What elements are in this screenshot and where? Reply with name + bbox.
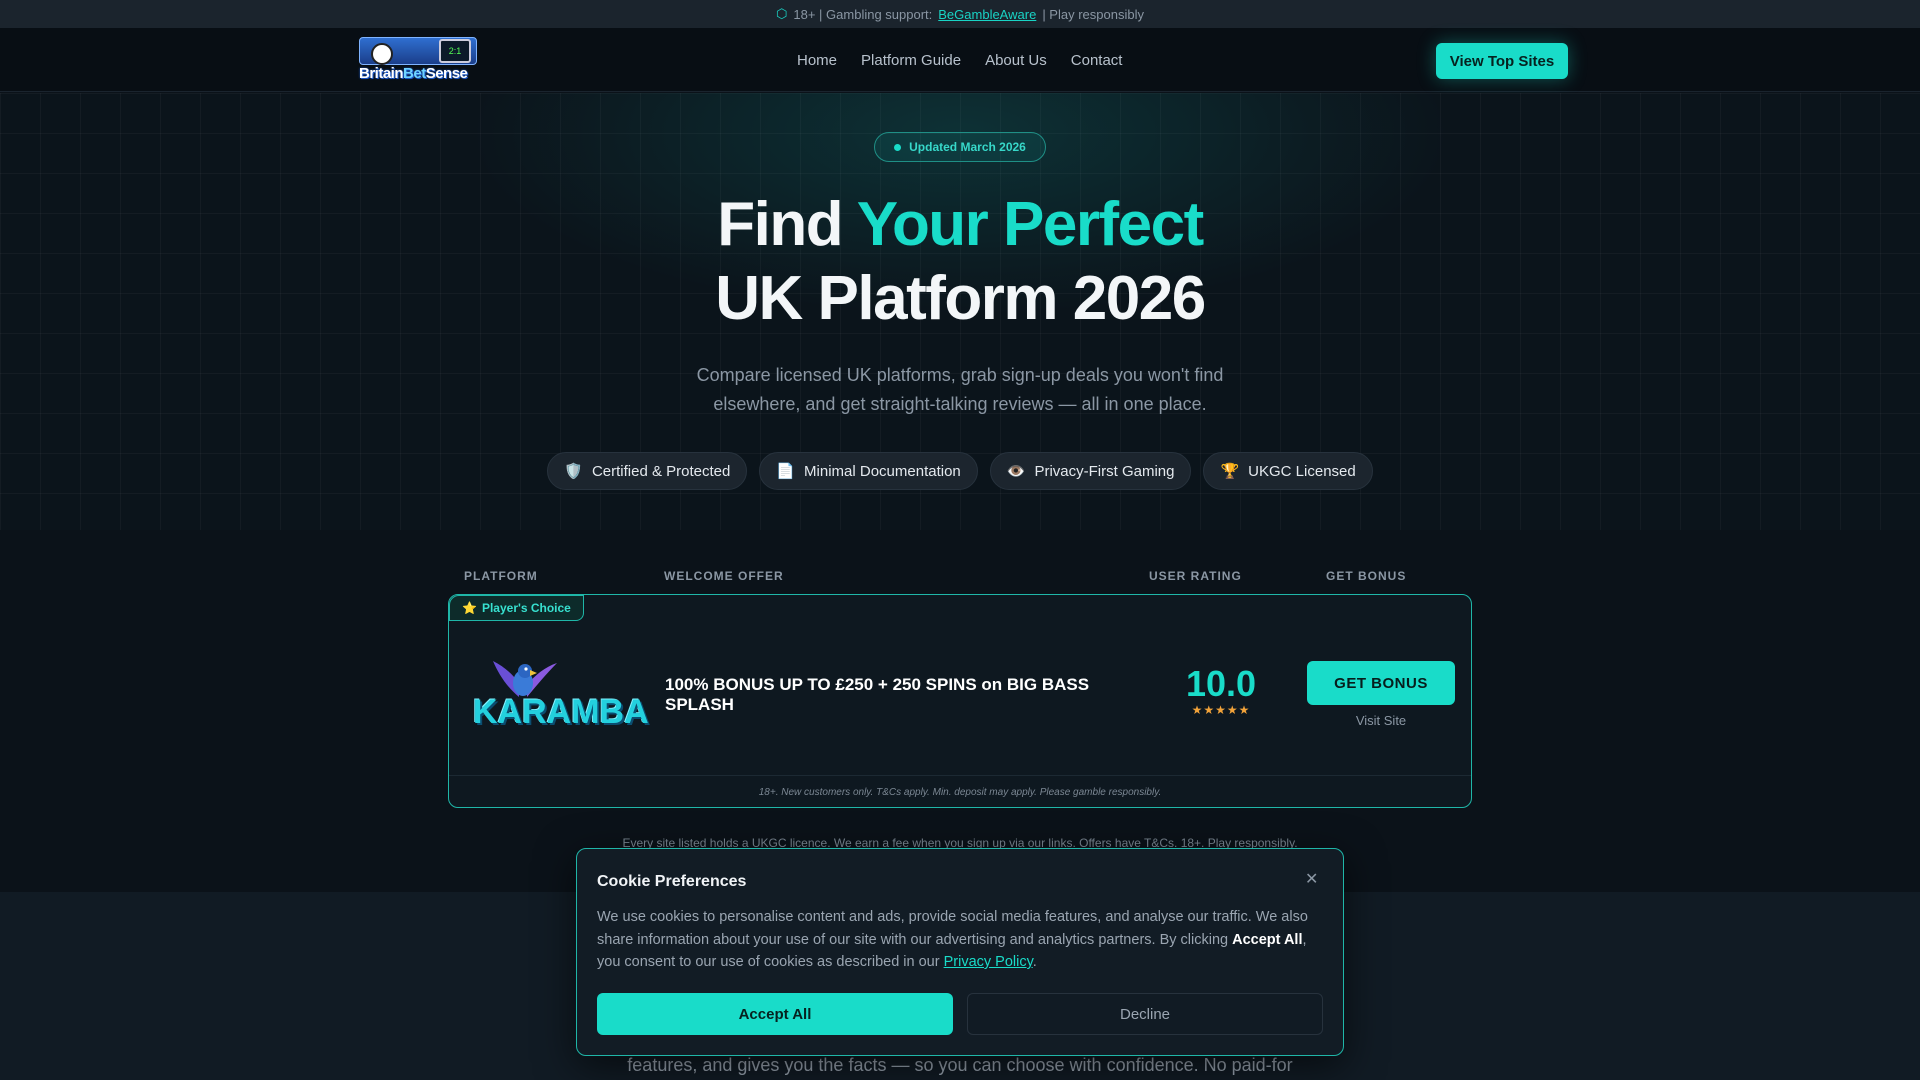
header-welcome-offer: WELCOME OFFER [664,569,784,583]
logo-wordmark: BritainBetSense [359,65,468,82]
eye-icon: 👁️ [1006,463,1026,480]
badge-ukgc: 🏆 UKGC Licensed [1203,452,1373,490]
close-icon[interactable]: ✕ [1305,869,1318,889]
lower-section-text: features, and gives you the facts — so y… [627,1055,1293,1075]
begambleaware-link[interactable]: BeGambleAware [938,7,1036,22]
status-dot-icon [894,143,902,151]
karamba-logo[interactable]: KARAMBA [473,655,649,731]
brand-name: KARAMBA [473,693,649,731]
cookie-title: Cookie Preferences [597,873,747,890]
user-rating: 10.0 ★★★★★ [1171,663,1271,718]
header-user-rating: USER RATING [1149,569,1242,583]
trophy-icon: 🏆 [1220,463,1240,480]
badge-label: Privacy-First Gaming [1034,462,1175,480]
hero-subtitle: Compare licensed UK platforms, grab sign… [696,365,1224,414]
document-icon: 📄 [776,463,796,480]
view-top-sites-button[interactable]: View Top Sites [1436,43,1568,79]
header-platform: PLATFORM [464,569,538,583]
main-nav: 2:1 BritainBetSense Home Platform Guide … [0,28,1920,92]
football-icon [371,43,393,65]
hero-headline: Find Your Perfect UK Platform 2026 [0,188,1920,336]
badge-privacy: 👁️ Privacy-First Gaming [989,452,1192,490]
topbar-prefix: 18+ | Gambling support: [793,6,933,22]
cookie-banner: Cookie Preferences ✕ We use cookies to p… [576,848,1344,1056]
headline-find: Find [717,190,857,259]
get-bonus-button[interactable]: GET BONUS [1307,661,1455,705]
updated-pill: Updated March 2026 [874,132,1046,162]
headline-accent: Your Perfect [856,190,1205,259]
site-logo[interactable]: 2:1 BritainBetSense [357,35,479,85]
shield-icon: 🛡️ [564,463,583,480]
nav-contact[interactable]: Contact [1071,52,1123,69]
responsible-gambling-bar: ⬡ 18+ | Gambling support: BeGambleAware … [0,0,1920,28]
terms-note: 18+. New customers only. T&Cs apply. Min… [449,775,1471,808]
badge-label: Certified & Protected [591,462,731,480]
platform-card: ⭐ Player's Choice KARAMBA 100% BONUS UP … [448,594,1472,808]
badge-label: Minimal Documentation [804,462,961,480]
star-icon: ⭐ [462,601,477,615]
badge-certified: 🛡️ Certified & Protected [547,452,748,490]
visit-site-link[interactable]: Visit Site [1307,713,1455,728]
nav-platform-guide[interactable]: Platform Guide [861,52,961,69]
badge-minimal-docs: 📄 Minimal Documentation [759,452,978,490]
header-get-bonus: GET BONUS [1326,569,1407,583]
headline-line-2: UK Platform 2026 [715,264,1206,333]
updated-label: Updated March 2026 [909,140,1026,154]
trust-badges: 🛡️ Certified & Protected 📄 Minimal Docum… [0,452,1920,490]
accept-all-button[interactable]: Accept All [597,993,953,1035]
star-rating-icon: ★★★★★ [1191,703,1251,717]
nav-links: Home Platform Guide About Us Contact [797,28,1122,92]
cookie-body: We use cookies to personalise content an… [597,909,1308,970]
badge-label: UKGC Licensed [1248,462,1356,480]
welcome-offer: 100% BONUS UP TO £250 + 250 SPINS on BIG… [665,675,1090,714]
scoreboard-icon: 2:1 [439,39,471,63]
nav-about-us[interactable]: About Us [985,52,1047,69]
topbar-suffix: | Play responsibly [1042,6,1144,22]
players-choice-tag: ⭐ Player's Choice [449,595,584,621]
decline-button[interactable]: Decline [967,993,1323,1035]
shield-icon: ⬡ [776,6,788,21]
privacy-policy-link[interactable]: Privacy Policy [944,954,1033,970]
rating-score: 10.0 [1185,663,1257,704]
tag-label: Player's Choice [481,601,571,615]
nav-home[interactable]: Home [797,52,837,69]
